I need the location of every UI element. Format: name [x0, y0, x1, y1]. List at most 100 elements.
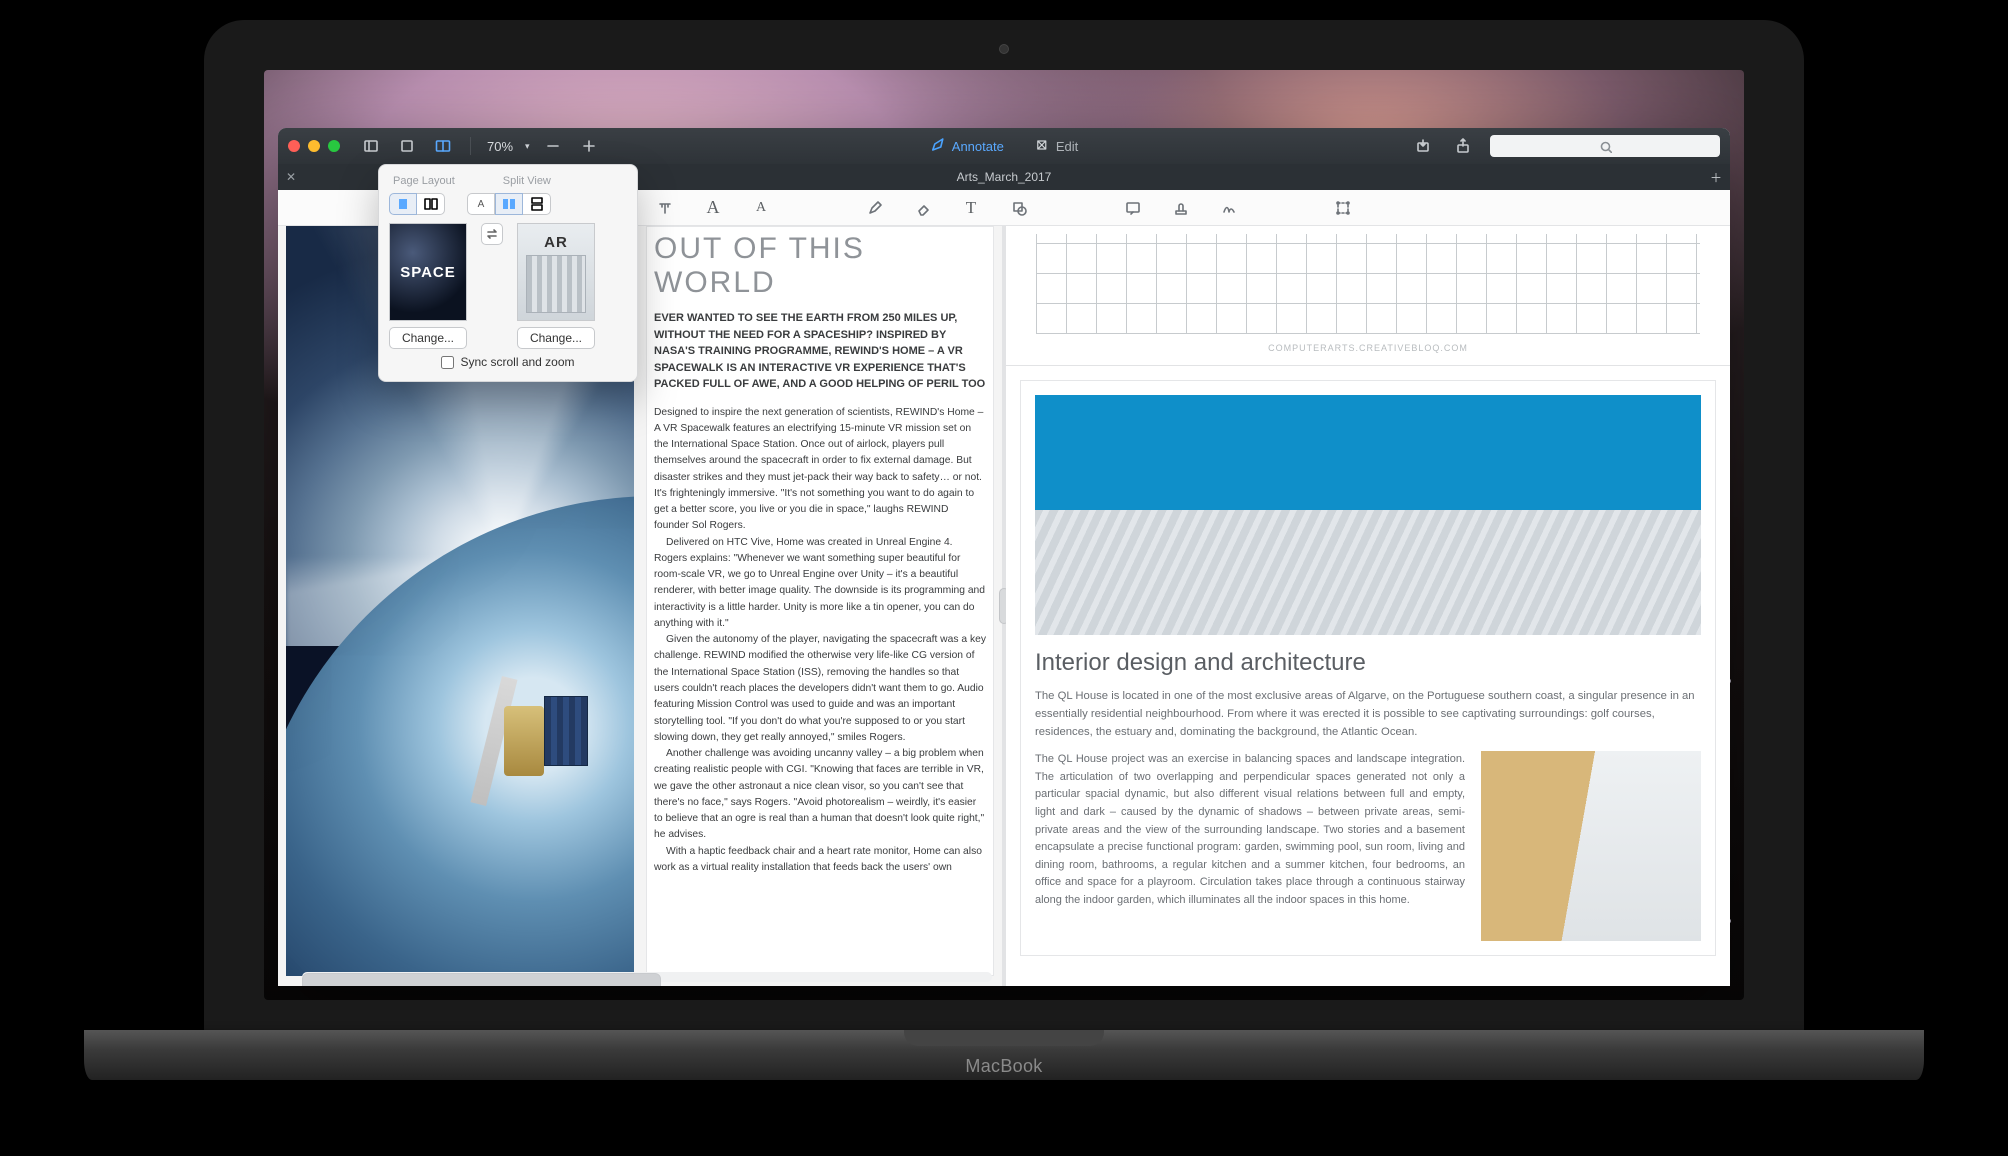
split-preview-thumbs: SPACE Change... AR Change... — [389, 223, 627, 349]
change-doc-left-button[interactable]: Change... — [389, 327, 467, 349]
article-headline: OUT OF THIS WORLD — [654, 232, 986, 300]
zoom-out-button[interactable] — [540, 135, 566, 157]
left-scrollbar[interactable] — [302, 972, 992, 982]
architecture-photo — [1035, 395, 1701, 635]
split-view-heading: Split View — [503, 175, 551, 187]
single-page-icon — [397, 198, 409, 210]
stairway-photo — [1481, 751, 1701, 941]
page-layout-button[interactable] — [394, 135, 420, 157]
chevron-down-icon: ▾ — [525, 141, 530, 152]
mode-switcher: Annotate Edit — [930, 137, 1078, 156]
edit-icon — [1034, 137, 1050, 156]
zoom-in-button[interactable] — [576, 135, 602, 157]
sidebar-toggle-button[interactable] — [358, 135, 384, 157]
signature-icon — [1221, 200, 1237, 216]
minimize-window-button[interactable] — [308, 140, 320, 152]
elevation-drawing: COMPUTERARTS.CREATIVEBLOQ.COM — [1006, 226, 1730, 366]
split-view-segmented: A — [467, 193, 551, 215]
split-view-button[interactable] — [430, 135, 456, 157]
text-tool[interactable]: T — [960, 197, 982, 219]
doc-thumb-left[interactable]: SPACE — [389, 223, 467, 321]
window-titlebar: 70% ▾ Annotate Edit — [278, 128, 1730, 164]
text-style-icon — [657, 200, 673, 216]
import-button[interactable] — [1410, 135, 1436, 157]
selection-tool[interactable] — [1332, 197, 1354, 219]
pen-icon — [867, 200, 883, 216]
tab-close-button[interactable]: ✕ — [278, 170, 304, 184]
annotate-label: Annotate — [952, 139, 1004, 154]
titlebar-right — [1410, 135, 1720, 157]
macbook-brand: MacBook — [965, 1056, 1042, 1077]
page-layout-heading: Page Layout — [393, 175, 455, 187]
minus-icon — [545, 138, 561, 154]
window-controls — [288, 140, 340, 152]
architecture-title: Interior design and architecture — [1035, 649, 1701, 677]
sync-scroll-checkbox[interactable]: Sync scroll and zoom — [389, 355, 627, 369]
macbook-frame: 70% ▾ Annotate Edit — [204, 20, 1804, 1080]
sync-checkbox-input[interactable] — [441, 356, 454, 369]
new-tab-button[interactable]: ＋ — [1702, 169, 1730, 186]
change-doc-right-button[interactable]: Change... — [517, 327, 595, 349]
camera — [999, 44, 1009, 54]
font-large-tool[interactable]: A — [702, 197, 724, 219]
swap-docs-button[interactable] — [481, 223, 503, 245]
note-icon — [1125, 200, 1141, 216]
annotate-mode-button[interactable]: Annotate — [930, 137, 1004, 156]
drawing-caption: COMPUTERARTS.CREATIVEBLOQ.COM — [1006, 343, 1730, 353]
eraser-icon — [915, 200, 931, 216]
stamp-icon — [1173, 200, 1189, 216]
earth-satellite-image — [286, 646, 634, 976]
shape-icon — [1011, 200, 1027, 216]
stamp-tool[interactable] — [1170, 197, 1192, 219]
plus-icon — [581, 138, 597, 154]
split-view-icon — [435, 138, 451, 154]
annotate-icon — [930, 137, 946, 156]
scrollbar-thumb[interactable] — [302, 973, 661, 986]
article-body: Designed to inspire the next generation … — [654, 405, 986, 877]
pen-tool[interactable] — [864, 197, 886, 219]
page-layout-icon — [399, 138, 415, 154]
close-window-button[interactable] — [288, 140, 300, 152]
pdf-app-window: 70% ▾ Annotate Edit — [278, 128, 1730, 986]
macbook-base: MacBook — [84, 1030, 1924, 1080]
view-options-popover: Page Layout Split View A — [378, 164, 638, 382]
article-intro: EVER WANTED TO SEE THE EARTH FROM 250 MI… — [654, 310, 986, 393]
selection-icon — [1335, 200, 1351, 216]
search-input[interactable] — [1490, 135, 1720, 157]
zoom-level-dropdown[interactable]: 70% — [487, 139, 513, 154]
split-v-icon — [531, 197, 543, 211]
single-page-option[interactable] — [389, 193, 417, 215]
architecture-article: Interior design and architecture The QL … — [1020, 380, 1716, 956]
separator — [470, 137, 471, 155]
share-icon — [1455, 138, 1471, 154]
shape-tool[interactable] — [1008, 197, 1030, 219]
search-icon — [1599, 140, 1612, 153]
tab-title[interactable]: Arts_March_2017 — [957, 170, 1052, 184]
laptop-screen: 70% ▾ Annotate Edit — [264, 70, 1744, 1000]
share-button[interactable] — [1450, 135, 1476, 157]
two-page-icon — [424, 198, 438, 210]
edit-label: Edit — [1056, 139, 1078, 154]
right-pane[interactable]: COMPUTERARTS.CREATIVEBLOQ.COM Interior d… — [1006, 226, 1730, 986]
edit-mode-button[interactable]: Edit — [1034, 137, 1078, 156]
split-off-option[interactable]: A — [467, 193, 495, 215]
two-page-option[interactable] — [417, 193, 445, 215]
swap-icon — [486, 228, 498, 240]
import-icon — [1415, 138, 1431, 154]
signature-tool[interactable] — [1218, 197, 1240, 219]
font-small-tool[interactable]: A — [750, 197, 772, 219]
left-doc-page-text: OUT OF THIS WORLD EVER WANTED TO SEE THE… — [646, 226, 994, 976]
sidebar-icon — [363, 138, 379, 154]
note-tool[interactable] — [1122, 197, 1144, 219]
split-h-icon — [502, 198, 516, 210]
doc-thumb-right[interactable]: AR — [517, 223, 595, 321]
split-horizontal-option[interactable] — [495, 193, 523, 215]
architecture-lead: The QL House is located in one of the mo… — [1035, 687, 1701, 741]
eraser-tool[interactable] — [912, 197, 934, 219]
architecture-body: The QL House project was an exercise in … — [1035, 751, 1465, 941]
text-style-tool[interactable] — [654, 197, 676, 219]
split-vertical-option[interactable] — [523, 193, 551, 215]
page-layout-segmented — [389, 193, 445, 215]
fullscreen-window-button[interactable] — [328, 140, 340, 152]
screen-bezel: 70% ▾ Annotate Edit — [204, 20, 1804, 1030]
